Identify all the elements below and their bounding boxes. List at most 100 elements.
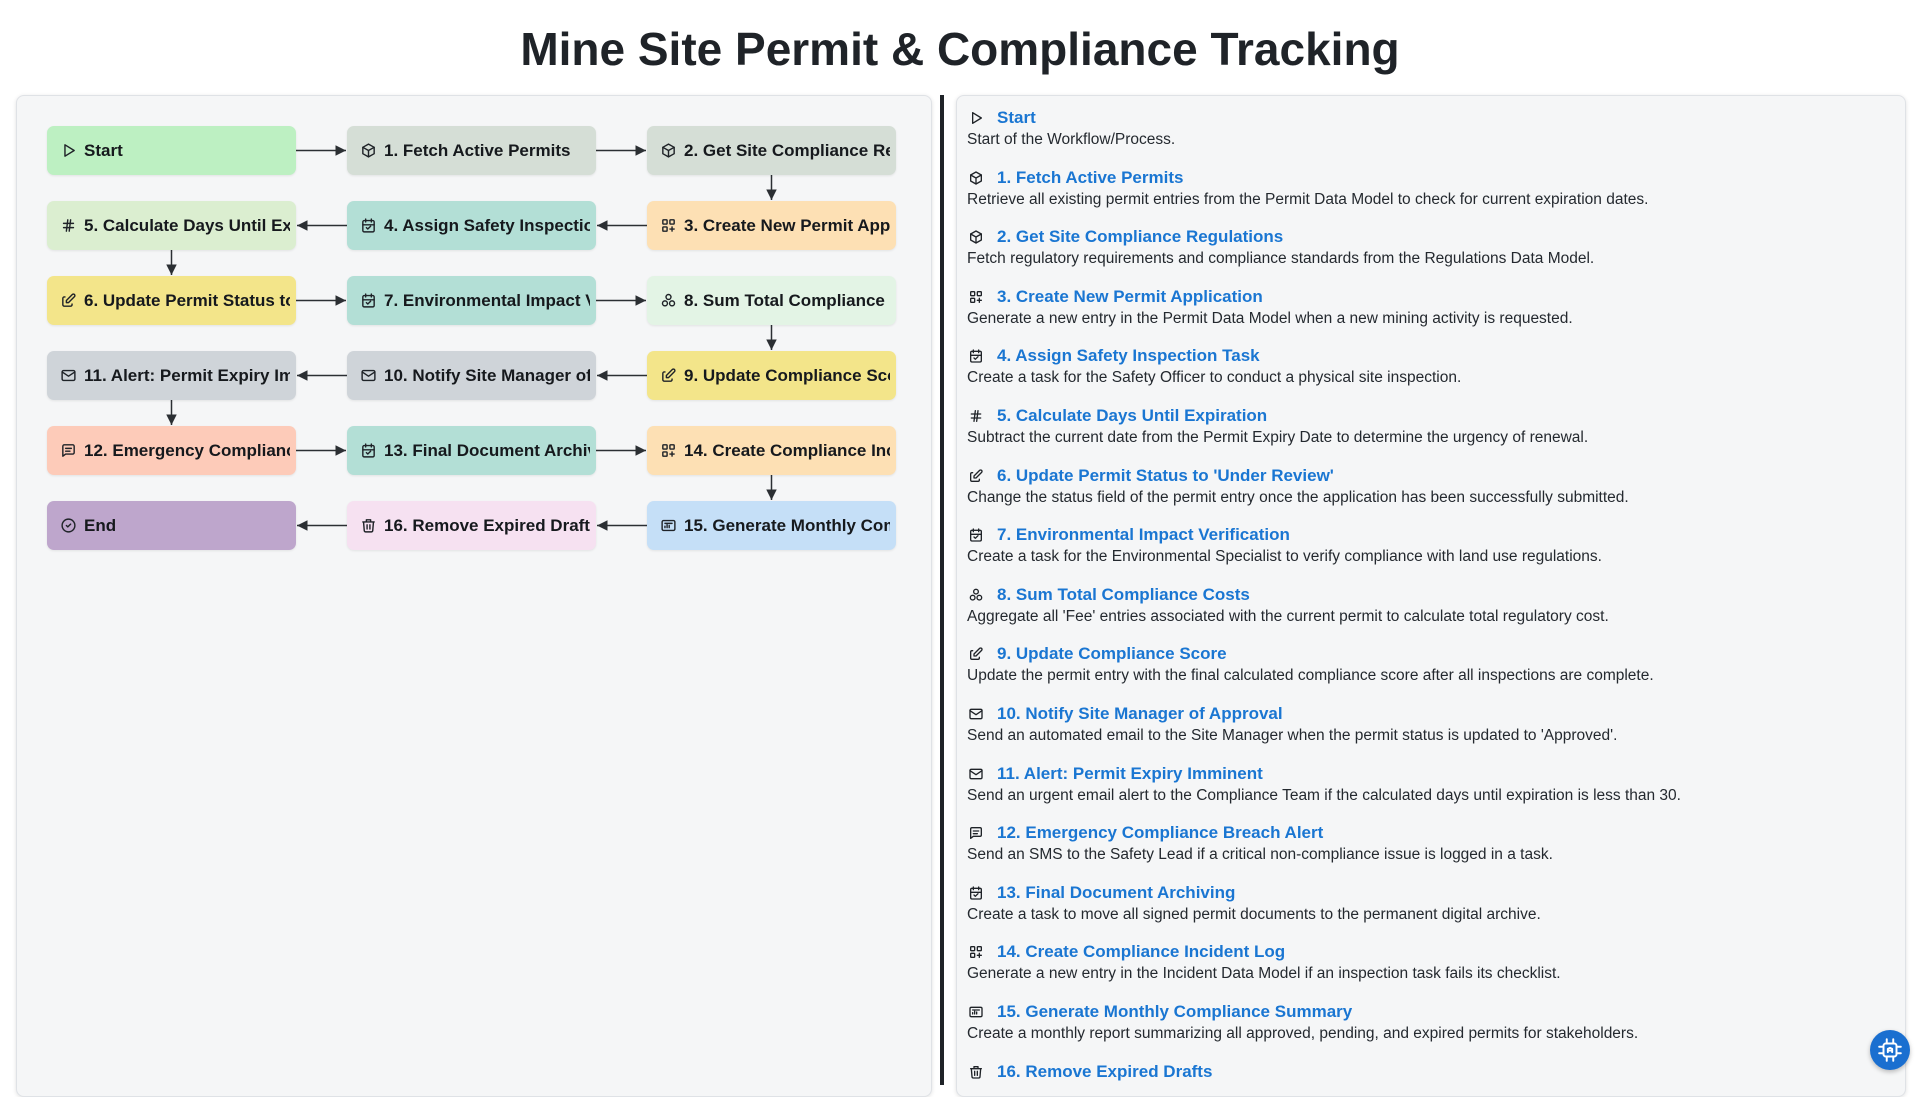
description-text: Send an automated email to the Site Mana… [967,727,1618,744]
calendar-check-icon [359,217,377,235]
description-item: 12. Emergency Compliance Breach Alert Sen… [967,821,1887,865]
flow-node-label: 10. Notify Site Manager of Approval [384,365,590,385]
report-icon [659,517,677,535]
description-link-13-final-document-archiving[interactable]: 13. Final Document Archiving [967,881,1887,905]
flow-node-4-assign-safety-inspection-task[interactable]: 4. Assign Safety Inspection Task [347,201,596,250]
panel-resize-handle[interactable] [940,95,944,1085]
flow-node-15-generate-monthly-compliance-summary[interactable]: 15. Generate Monthly Compliance Summary [647,501,896,550]
flow-node-label: Start [84,140,123,160]
description-item: 8. Sum Total Compliance Costs Aggregate a… [967,583,1887,627]
description-text: Create a task for the Environmental Spec… [967,548,1602,566]
description-link-2-get-site-compliance-regulations[interactable]: 2. Get Site Compliance Regulations [967,225,1887,249]
flow-node-label: 5. Calculate Days Until Expiration [84,215,290,235]
flow-node-2-get-site-compliance-regulations[interactable]: 2. Get Site Compliance Regulations [647,126,896,175]
flow-node-end[interactable]: End [47,501,296,550]
cube-icon [967,228,985,246]
description-title[interactable]: 15. Generate Monthly Compliance Summary [997,1002,1352,1022]
description-text: Send an urgent email alert to the Compli… [967,786,1681,804]
flow-node-3-create-new-permit-application[interactable]: 3. Create New Permit Application [647,201,896,250]
description-title[interactable]: 14. Create Compliance Incident Log [997,942,1285,962]
description-item: 14. Create Compliance Incident Log Genera… [967,940,1887,984]
description-title[interactable]: 8. Sum Total Compliance Costs [997,585,1250,605]
description-title[interactable]: 2. Get Site Compliance Regulations [997,227,1283,247]
flow-node-16-remove-expired-drafts[interactable]: 16. Remove Expired Drafts [347,501,596,550]
check-circle-icon [59,517,77,535]
description-text: Start of the Workflow/Process. [967,131,1176,148]
description-title[interactable]: 11. Alert: Permit Expiry Imminent [997,764,1263,784]
flow-node-label: 6. Update Permit Status to 'Under Review… [84,290,290,310]
flow-node-12-emergency-compliance-breach-alert[interactable]: 12. Emergency Compliance Breach Alert [47,426,296,475]
description-link-9-update-compliance-score[interactable]: 9. Update Compliance Score [967,642,1887,666]
step-description-panel[interactable]: Start Start of the Workflow/Process. 1. Fe… [956,95,1906,1097]
description-title[interactable]: 10. Notify Site Manager of Approval [997,704,1283,724]
flow-node-label: 9. Update Compliance Score [684,365,890,385]
message-icon [59,442,77,460]
description-link-11-alert-permit-expiry-imminent[interactable]: 11. Alert: Permit Expiry Imminent [967,762,1887,786]
flow-node-label: 4. Assign Safety Inspection Task [384,215,590,235]
hash-icon [967,407,985,425]
circles-icon [967,586,985,604]
flow-node-1-fetch-active-permits[interactable]: 1. Fetch Active Permits [347,126,596,175]
description-title[interactable]: Start [997,108,1036,128]
flow-node-label: 16. Remove Expired Drafts [384,515,590,535]
flow-node-label: 7. Environmental Impact Verification [384,290,590,310]
flow-node-label: 3. Create New Permit Application [684,215,890,235]
description-link-3-create-new-permit-application[interactable]: 3. Create New Permit Application [967,285,1887,309]
description-item: 3. Create New Permit Application Generate… [967,285,1887,329]
calendar-check-icon [967,884,985,902]
calendar-check-icon [967,347,985,365]
edit-icon [967,467,985,485]
flow-node-label: 1. Fetch Active Permits [384,140,571,160]
description-title[interactable]: 6. Update Permit Status to 'Under Review… [997,466,1334,486]
flow-node-9-update-compliance-score[interactable]: 9. Update Compliance Score [647,351,896,400]
description-item: 15. Generate Monthly Compliance Summary C… [967,1000,1887,1044]
flow-node-7-environmental-impact-verification[interactable]: 7. Environmental Impact Verification [347,276,596,325]
description-link-4-assign-safety-inspection-task[interactable]: 4. Assign Safety Inspection Task [967,344,1887,368]
description-title[interactable]: 16. Remove Expired Drafts [997,1062,1212,1082]
description-text: Create a task to move all signed permit … [967,905,1541,923]
cube-icon [659,142,677,160]
description-item: 2. Get Site Compliance Regulations Fetch … [967,225,1887,269]
flow-node-6-update-permit-status-to-under-review[interactable]: 6. Update Permit Status to 'Under Review… [47,276,296,325]
flow-node-11-alert-permit-expiry-imminent[interactable]: 11. Alert: Permit Expiry Imminent [47,351,296,400]
description-title[interactable]: 13. Final Document Archiving [997,883,1235,903]
description-title[interactable]: 3. Create New Permit Application [997,287,1263,307]
description-link-10-notify-site-manager-of-approval[interactable]: 10. Notify Site Manager of Approval [967,702,1887,726]
description-link-7-environmental-impact-verification[interactable]: 7. Environmental Impact Verification [967,523,1887,547]
flow-node-start[interactable]: Start [47,126,296,175]
description-link-5-calculate-days-until-expiration[interactable]: 5. Calculate Days Until Expiration [967,404,1887,428]
description-title[interactable]: 4. Assign Safety Inspection Task [997,346,1260,366]
description-title[interactable]: 12. Emergency Compliance Breach Alert [997,823,1323,843]
flow-node-14-create-compliance-incident-log[interactable]: 14. Create Compliance Incident Log [647,426,896,475]
flow-node-10-notify-site-manager-of-approval[interactable]: 10. Notify Site Manager of Approval [347,351,596,400]
chip-icon-button[interactable] [1870,1030,1910,1070]
description-item: 6. Update Permit Status to 'Under Review… [967,464,1887,508]
description-item: 4. Assign Safety Inspection Task Create a… [967,344,1887,388]
description-link-start[interactable]: Start [967,106,1887,130]
description-link-12-emergency-compliance-breach-alert[interactable]: 12. Emergency Compliance Breach Alert [967,821,1887,845]
flow-node-label: 13. Final Document Archiving [384,440,590,460]
trash-icon [967,1063,985,1081]
flow-node-label: End [84,515,117,535]
description-link-14-create-compliance-incident-log[interactable]: 14. Create Compliance Incident Log [967,940,1887,964]
description-link-1-fetch-active-permits[interactable]: 1. Fetch Active Permits [967,166,1887,190]
description-title[interactable]: 7. Environmental Impact Verification [997,525,1290,545]
description-title[interactable]: 5. Calculate Days Until Expiration [997,406,1267,426]
circles-icon [659,292,677,310]
description-title[interactable]: 1. Fetch Active Permits [997,168,1183,188]
description-link-15-generate-monthly-compliance-summary[interactable]: 15. Generate Monthly Compliance Summary [967,1000,1887,1024]
description-title[interactable]: 9. Update Compliance Score [997,644,1227,664]
flow-node-8-sum-total-compliance-costs[interactable]: 8. Sum Total Compliance Costs [647,276,896,325]
calendar-check-icon [359,292,377,310]
flow-node-13-final-document-archiving[interactable]: 13. Final Document Archiving [347,426,596,475]
flow-node-label: 14. Create Compliance Incident Log [684,440,890,460]
description-link-6-update-permit-status-to-under-review[interactable]: 6. Update Permit Status to 'Under Review… [967,464,1887,488]
workflow-canvas[interactable]: Start 1. Fetch Active Permits 2. Get Site … [16,95,932,1097]
description-link-8-sum-total-compliance-costs[interactable]: 8. Sum Total Compliance Costs [967,583,1887,607]
flow-node-5-calculate-days-until-expiration[interactable]: 5. Calculate Days Until Expiration [47,201,296,250]
flow-node-label: 12. Emergency Compliance Breach Alert [84,440,290,460]
edit-icon [967,645,985,663]
description-item: 10. Notify Site Manager of Approval Send … [967,702,1887,746]
description-item: Start Start of the Workflow/Process. [967,106,1887,150]
grid-plus-icon [659,442,677,460]
